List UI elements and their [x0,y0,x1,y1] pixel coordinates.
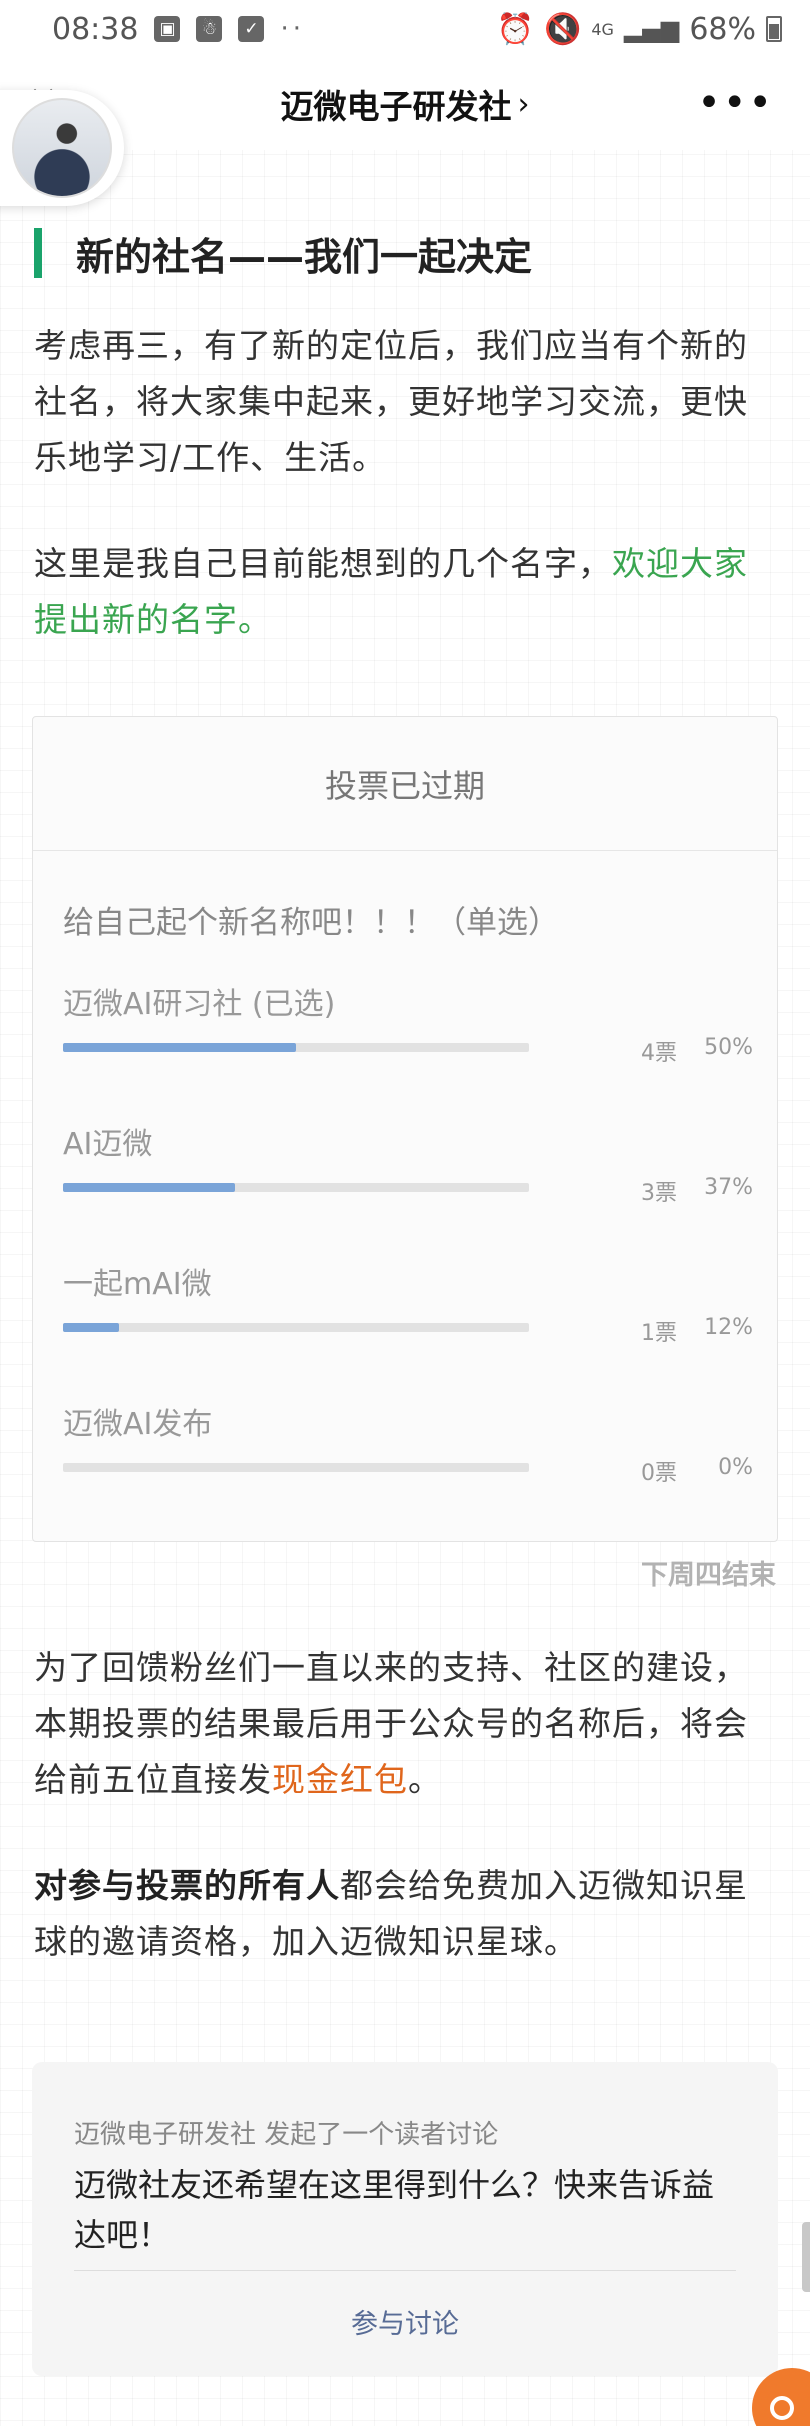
paragraph-reward: 为了回馈粉丝们一直以来的支持、社区的建设，本期投票的结果最后用于公众号的名称后，… [34,1640,776,1808]
divider [74,2270,736,2271]
vote-percent: 37% [704,1175,753,1200]
vote-option-label: AI迈微 [63,1127,153,1162]
vote-card: 投票已过期 给自己起个新名称吧！！！（单选） 迈微AI研习社 (已选) 4票 50%… [32,716,778,1542]
discussion-question: 迈微社友还希望在这里得到什么？快来告诉益达吧！ [74,2166,715,2254]
cash-red-packet-text: 现金红包 [272,1760,408,1799]
network-type: 4G [591,19,614,39]
signal-icon: ▂▄▆ [623,15,680,43]
discussion-meta: 迈微电子研发社 发起了一个读者讨论 [74,2120,499,2150]
scroll-handle[interactable] [802,2222,810,2292]
vote-progress-track [63,1043,529,1052]
section-heading: 新的社名——我们一起决定 [34,226,532,280]
vote-progress-fill [63,1323,119,1332]
battery-icon [766,16,782,42]
paragraph-reward-end: 。 [408,1760,442,1799]
vote-question: 给自己起个新名称吧！！！（单选） [63,905,559,941]
alarm-icon: ⏰ [496,11,534,47]
vote-count: 1票 [641,1321,677,1346]
heading-text: 新的社名——我们一起决定 [76,234,533,279]
avatar [12,98,112,198]
app-notification-icon: ☃ [196,16,223,42]
vote-status: 投票已过期 [33,717,777,851]
chevron-right-icon: › [517,86,530,122]
account-title-link[interactable]: 迈微电子研发社 › [281,80,530,128]
battery-percent: 68% [689,11,756,47]
vote-percent: 50% [704,1035,753,1060]
account-title: 迈微电子研发社 [280,87,512,126]
vote-option-label: 迈微AI研习社 (已选) [63,987,336,1022]
status-bar: 08:38 ▣ ☃ ✓ ·· ⏰ 🔇 4G ▂▄▆ 68% [0,0,810,58]
vote-count: 0票 [641,1461,677,1486]
vote-progress-track [63,1463,529,1472]
vote-progress-track [63,1323,529,1332]
vote-option: 迈微AI发布 0票 0% [63,1399,753,1509]
vote-option-label: 迈微AI发布 [63,1407,213,1442]
vote-count: 3票 [641,1181,677,1206]
paragraph-intro: 考虑再三，有了新的定位后，我们应当有个新的社名，将大家集中起来，更好地学习交流，… [34,326,748,477]
vote-count: 4票 [641,1041,677,1066]
status-time: 08:38 [52,11,139,47]
vote-progress-track [63,1183,529,1192]
more-options-icon[interactable]: ••• [697,80,774,126]
vote-option: 一起mAI微 1票 12% [63,1259,753,1369]
paragraph-invite: 对参与投票的所有人都会给免费加入迈微知识星球的邀请资格，加入迈微知识星球。 [34,1858,776,1970]
gallery-icon: ▣ [154,16,181,42]
vote-deadline: 下周四结束 [641,1560,776,1591]
paragraph-names-text: 这里是我自己目前能想到的几个名字， [34,544,612,583]
vote-percent: 0% [718,1455,753,1480]
heading-accent-bar [34,228,42,278]
floating-window-icon[interactable] [752,2368,810,2426]
mute-icon: 🔇 [544,11,582,47]
reader-discussion-card[interactable]: 迈微电子研发社 发起了一个读者讨论 迈微社友还希望在这里得到什么？快来告诉益达吧… [32,2062,778,2376]
vote-option-label: 一起mAI微 [63,1267,212,1302]
vote-option: AI迈微 3票 37% [63,1119,753,1229]
vote-progress-fill [63,1183,236,1192]
check-notification-icon: ✓ [238,16,265,42]
vote-percent: 12% [704,1315,753,1340]
more-notifications-icon: ·· [280,14,305,44]
vote-option: 迈微AI研习社 (已选) 4票 50% [63,979,753,1089]
paragraph-invite-bold: 对参与投票的所有人 [34,1866,340,1905]
floating-avatar-button[interactable] [0,90,124,206]
vote-progress-fill [63,1043,296,1052]
paragraph-names: 这里是我自己目前能想到的几个名字，欢迎大家提出新的名字。 [34,536,776,648]
join-discussion-button[interactable]: 参与讨论 [32,2302,778,2341]
